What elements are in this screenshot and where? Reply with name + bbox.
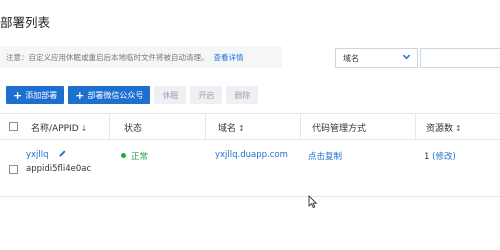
- deploy-wechat-button[interactable]: + 部署微信公众号: [68, 86, 151, 104]
- deploy-wechat-label: 部署微信公众号: [87, 90, 144, 100]
- sort-icon: ↕: [238, 124, 245, 133]
- start-button[interactable]: 开启: [190, 86, 223, 104]
- header-resources-label: 资源数: [426, 124, 454, 134]
- resources-cell: 1 (修改): [424, 150, 456, 162]
- notice-details-link[interactable]: 查看详情: [214, 52, 244, 63]
- resources-count: 1: [424, 152, 430, 162]
- select-all-checkbox[interactable]: [9, 122, 18, 131]
- toolbar: + 添加部署 + 部署微信公众号 休眠 开启 删除: [6, 86, 259, 104]
- table-row: yxjllq appidi5fli4e0ac 正常 yxjllq.duapp.c…: [0, 140, 500, 197]
- add-deploy-label: 添加部署: [25, 90, 58, 100]
- plus-icon: +: [75, 88, 85, 102]
- row-checkbox[interactable]: [9, 165, 18, 174]
- header-resources[interactable]: 资源数 ↕: [426, 121, 462, 134]
- status-text: 正常: [131, 152, 149, 162]
- domain-link[interactable]: yxjllq.duapp.com: [215, 150, 288, 160]
- header-domain-label: 域名: [218, 124, 237, 134]
- hibernate-button[interactable]: 休眠: [154, 86, 187, 104]
- app-appid: appidi5fli4e0ac: [26, 164, 92, 174]
- column-divider: [109, 114, 110, 139]
- sort-desc-icon: ↓: [80, 124, 88, 133]
- column-divider: [415, 114, 416, 139]
- add-deploy-button[interactable]: + 添加部署: [6, 86, 65, 104]
- delete-button[interactable]: 删除: [226, 86, 259, 104]
- mouse-cursor-icon: [308, 194, 318, 212]
- app-name-link[interactable]: yxjllq: [26, 150, 49, 160]
- chevron-down-icon: [402, 52, 411, 63]
- column-divider: [300, 114, 301, 139]
- header-code-mgmt: 代码管理方式: [312, 124, 367, 134]
- notice-text: 注意：自定义应用休眠或重启后本地临时文件将被自动清理。: [6, 52, 209, 62]
- search-field-selected: 域名: [343, 53, 359, 63]
- header-status: 状态: [124, 124, 143, 134]
- plus-icon: +: [13, 88, 23, 102]
- search-input[interactable]: [420, 48, 500, 68]
- page-title: 部署列表: [0, 15, 51, 30]
- resources-edit-link[interactable]: (修改): [432, 152, 456, 162]
- edit-icon[interactable]: [58, 149, 67, 161]
- status-dot-icon: [121, 153, 126, 158]
- column-divider: [205, 114, 206, 139]
- header-name-appid[interactable]: 名称/APPID ↓: [31, 121, 87, 134]
- sort-icon: ↕: [455, 124, 462, 133]
- search-field-select[interactable]: 域名: [335, 48, 418, 68]
- header-domain[interactable]: 域名 ↕: [218, 121, 245, 134]
- header-name-appid-label: 名称/APPID: [31, 124, 79, 134]
- table-header: 名称/APPID ↓ 状态 域名 ↕ 代码管理方式 资源数 ↕: [0, 113, 500, 140]
- copy-code-link[interactable]: 点击复制: [308, 150, 342, 162]
- notice-bar: 注意：自定义应用休眠或重启后本地临时文件将被自动清理。 查看详情: [0, 46, 282, 68]
- status-indicator: 正常: [121, 150, 148, 162]
